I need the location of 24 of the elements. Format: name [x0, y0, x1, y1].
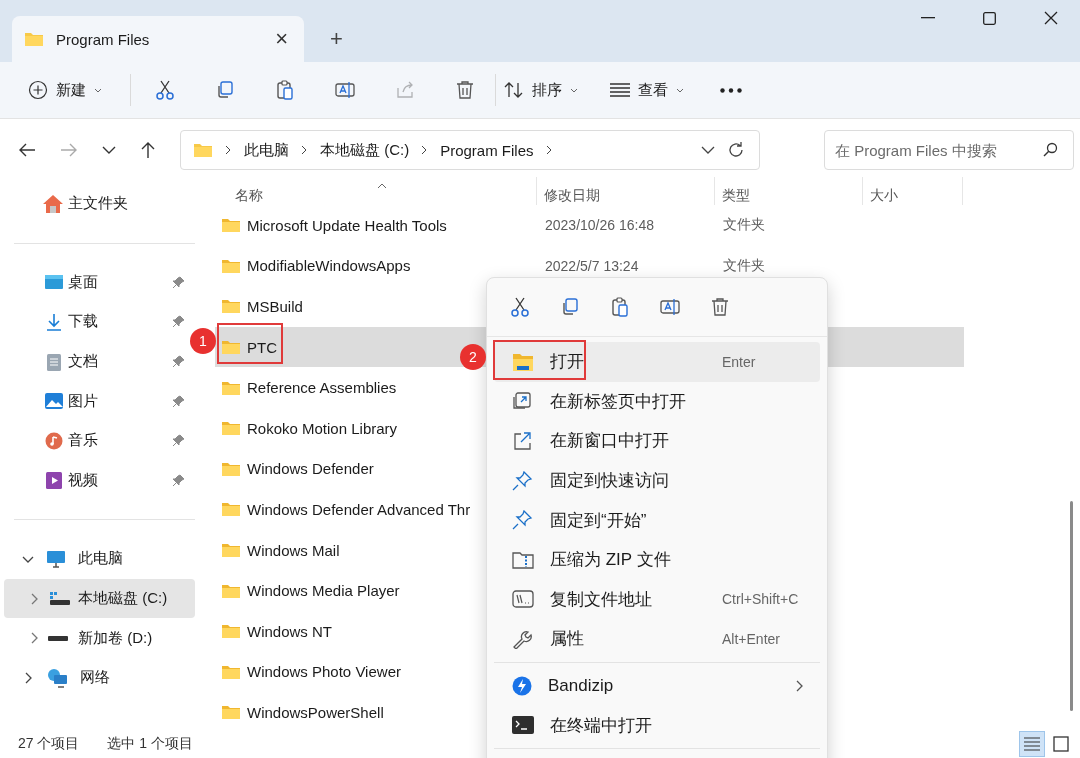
type-cell: 文件夹 — [723, 256, 765, 273]
type-cell: 文件夹 — [723, 216, 765, 233]
file-name: Windows Photo Viewer — [247, 663, 401, 681]
selection-count: 选中 1 个项目 — [107, 735, 194, 753]
file-name: Windows Mail — [247, 541, 340, 559]
item-count: 27 个项目 — [18, 735, 80, 753]
file-name: Windows Media Player — [247, 582, 400, 600]
step-number: 1 — [190, 328, 216, 354]
tab-title: Program Files — [56, 30, 150, 48]
file-name: Microsoft Update Health Tools — [247, 216, 447, 234]
file-name: Windows NT — [247, 622, 332, 640]
file-name: Windows Defender — [247, 460, 374, 478]
date-cell: 2022/5/7 13:24 — [545, 257, 639, 274]
file-name: WindowsPowerShell — [247, 703, 384, 721]
file-name: MSBuild — [247, 298, 303, 315]
shortcut-text: Enter — [722, 353, 756, 370]
shortcut-text: Ctrl+Shift+C — [722, 591, 799, 608]
file-name: Reference Assemblies — [247, 379, 397, 397]
file-name: ModifiableWindowsApps — [247, 257, 411, 275]
file-name: Rokoko Motion Library — [247, 419, 398, 437]
shortcut-text: Alt+Enter — [722, 630, 780, 647]
file-name: Windows Defender Advanced Thr — [247, 500, 471, 518]
file-name: PTC — [247, 338, 277, 356]
date-cell: 2023/10/26 16:48 — [545, 217, 654, 234]
